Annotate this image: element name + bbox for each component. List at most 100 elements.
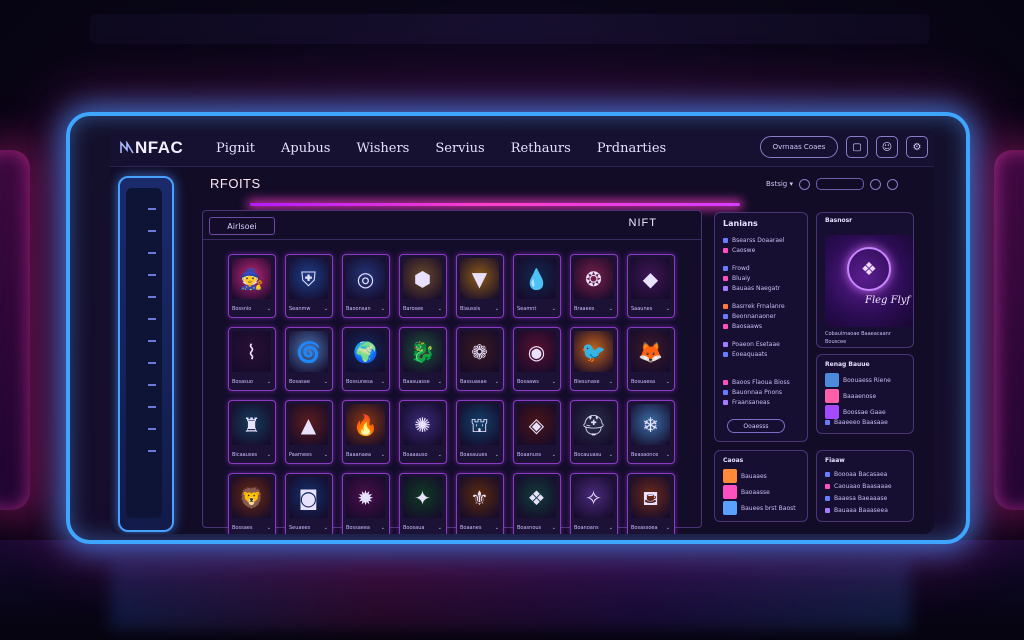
- nft-card[interactable]: ◙ Seuaees ⌄: [285, 473, 333, 534]
- list-item[interactable]: Bauaaes: [723, 469, 767, 483]
- chevron-down-icon[interactable]: ⌄: [552, 306, 556, 312]
- nft-card[interactable]: ✹ Bossaeea ⌄: [342, 473, 390, 534]
- list-item[interactable]: Bauaaa Baaaseea: [825, 507, 888, 514]
- nft-card[interactable]: 🌀 Bosasae ⌄: [285, 327, 333, 391]
- nft-card[interactable]: ❂ Braaees ⌄: [570, 254, 618, 318]
- nft-card[interactable]: ⛨ Seanmw ⌄: [285, 254, 333, 318]
- list-view-icon[interactable]: [886, 178, 898, 190]
- chevron-down-icon[interactable]: ⌄: [381, 525, 385, 531]
- chevron-down-icon[interactable]: ⌄: [552, 525, 556, 531]
- nft-card[interactable]: ◈ Boaanuss ⌄: [513, 400, 561, 464]
- nft-card[interactable]: ⛑ Bocauuasu ⌄: [570, 400, 618, 464]
- list-item[interactable]: Boossae Gaae: [825, 405, 886, 419]
- filter-tab[interactable]: Airlsoei: [209, 217, 275, 235]
- view-more-button[interactable]: Ooaesss: [727, 419, 785, 433]
- list-item[interactable]: Bsearss Doaarael: [723, 237, 784, 244]
- settings-icon[interactable]: ⚙: [906, 136, 928, 158]
- chevron-down-icon[interactable]: ⌄: [495, 379, 499, 385]
- list-item[interactable]: Poaeon Esetaae: [723, 341, 780, 348]
- chevron-down-icon[interactable]: ⌄: [267, 525, 271, 531]
- nft-card[interactable]: ⬢ Barosee ⌄: [399, 254, 447, 318]
- chevron-down-icon[interactable]: ⌄: [609, 306, 613, 312]
- chevron-down-icon[interactable]: ⌄: [495, 306, 499, 312]
- chevron-down-icon[interactable]: ⌄: [666, 525, 670, 531]
- chevron-down-icon[interactable]: ⌄: [495, 525, 499, 531]
- list-item[interactable]: Bauees brst Baost: [723, 501, 796, 515]
- menu-item-4[interactable]: Servius: [435, 141, 484, 156]
- chevron-down-icon[interactable]: ⌄: [609, 452, 613, 458]
- nft-card[interactable]: ⛾ Bosassoea ⌄: [627, 473, 675, 534]
- nft-card[interactable]: 🦊 Bosuaesa ⌄: [627, 327, 675, 391]
- filter-icon[interactable]: [798, 178, 810, 190]
- grid-view-icon[interactable]: [869, 178, 881, 190]
- nft-card[interactable]: ❄ Beasaonce ⌄: [627, 400, 675, 464]
- chevron-down-icon[interactable]: ⌄: [381, 379, 385, 385]
- nft-card[interactable]: 🌍 Bossunesa ⌄: [342, 327, 390, 391]
- chevron-down-icon[interactable]: ⌄: [609, 379, 613, 385]
- nft-card[interactable]: 🧙 Bossnio ⌄: [228, 254, 276, 318]
- list-item[interactable]: Boooaa Bacasaea: [825, 471, 887, 478]
- chevron-down-icon[interactable]: ⌄: [666, 379, 670, 385]
- chevron-down-icon[interactable]: ⌄: [495, 452, 499, 458]
- list-item[interactable]: Bauaas Naegatr: [723, 285, 780, 292]
- menu-item-2[interactable]: Apubus: [281, 141, 330, 156]
- nft-card[interactable]: ▲ Paarnees ⌄: [285, 400, 333, 464]
- list-item[interactable]: Frowd: [723, 265, 750, 272]
- chevron-down-icon[interactable]: ⌄: [381, 452, 385, 458]
- chevron-down-icon[interactable]: ⌄: [552, 452, 556, 458]
- chevron-down-icon[interactable]: ⌄: [438, 306, 442, 312]
- nft-card[interactable]: ♜ Bicaauses ⌄: [228, 400, 276, 464]
- chevron-down-icon[interactable]: ⌄: [267, 452, 271, 458]
- list-item[interactable]: Boouaess Riene: [825, 373, 891, 387]
- chevron-down-icon[interactable]: ⌄: [552, 379, 556, 385]
- nft-card[interactable]: ✧ Boanoans ⌄: [570, 473, 618, 534]
- list-item[interactable]: Baosaaws: [723, 323, 762, 330]
- sort-dropdown[interactable]: Bstsig ▾: [766, 180, 793, 188]
- list-item[interactable]: Baaeeeo Baasaae: [825, 419, 888, 426]
- logo[interactable]: NFAC: [120, 138, 208, 158]
- nft-card[interactable]: ◎ Baoonsan ⌄: [342, 254, 390, 318]
- nft-card[interactable]: ⛫ Boasauues ⌄: [456, 400, 504, 464]
- nft-card[interactable]: 💧 Seamnt ⌄: [513, 254, 561, 318]
- list-item[interactable]: Eoeaquaats: [723, 351, 767, 358]
- menu-item-6[interactable]: Prdnarties: [597, 141, 666, 156]
- chevron-down-icon[interactable]: ⌄: [324, 379, 328, 385]
- menu-item-5[interactable]: Rethaurs: [511, 141, 571, 156]
- list-item[interactable]: Baaesa Baeaaase: [825, 495, 887, 502]
- nft-card[interactable]: ⌇ Bosasuo ⌄: [228, 327, 276, 391]
- chevron-down-icon[interactable]: ⌄: [381, 306, 385, 312]
- list-item[interactable]: Fraansaneas: [723, 399, 770, 406]
- chevron-down-icon[interactable]: ⌄: [666, 452, 670, 458]
- list-item[interactable]: Caouaao Baasaaae: [825, 483, 892, 490]
- chevron-down-icon[interactable]: ⌄: [609, 525, 613, 531]
- profile-icon[interactable]: ☺: [876, 136, 898, 158]
- menu-item-3[interactable]: Wishers: [356, 141, 409, 156]
- featured-nft-card[interactable]: ❖ Fleg Flyf: [825, 235, 913, 327]
- nft-card[interactable]: ◆ Saaunes ⌄: [627, 254, 675, 318]
- chevron-down-icon[interactable]: ⌄: [438, 525, 442, 531]
- list-item[interactable]: Bauonnaa Pnons: [723, 389, 782, 396]
- nft-card[interactable]: 🐦 Biesunase ⌄: [570, 327, 618, 391]
- nft-card[interactable]: 🦁 Bossaes ⌄: [228, 473, 276, 534]
- list-item[interactable]: Caoswe: [723, 247, 755, 254]
- search-input[interactable]: [815, 178, 864, 190]
- chevron-down-icon[interactable]: ⌄: [324, 452, 328, 458]
- chevron-down-icon[interactable]: ⌄: [324, 525, 328, 531]
- connect-button[interactable]: Ovrnaas Coaes: [760, 136, 838, 158]
- nft-card[interactable]: 🐉 Baasuasse ⌄: [399, 327, 447, 391]
- nft-card[interactable]: ❖ Boasnous ⌄: [513, 473, 561, 534]
- list-item[interactable]: Baoaasse: [723, 485, 770, 499]
- nft-card[interactable]: ◉ Bosaaws ⌄: [513, 327, 561, 391]
- nft-card[interactable]: ▼ Biaussis ⌄: [456, 254, 504, 318]
- list-item[interactable]: Baaaenose: [825, 389, 876, 403]
- list-item[interactable]: Baoos Flaoua Bioss: [723, 379, 790, 386]
- chevron-down-icon[interactable]: ⌄: [267, 306, 271, 312]
- nft-card[interactable]: 🔥 Baaanaea ⌄: [342, 400, 390, 464]
- list-item[interactable]: Beonnanaoner: [723, 313, 776, 320]
- chevron-down-icon[interactable]: ⌄: [267, 379, 271, 385]
- chevron-down-icon[interactable]: ⌄: [438, 452, 442, 458]
- notification-icon[interactable]: ▢: [846, 136, 868, 158]
- nft-card[interactable]: ✺ Boaaauso ⌄: [399, 400, 447, 464]
- nft-card[interactable]: ✦ Boosaua ⌄: [399, 473, 447, 534]
- nft-card[interactable]: ⚜ Boaanes ⌄: [456, 473, 504, 534]
